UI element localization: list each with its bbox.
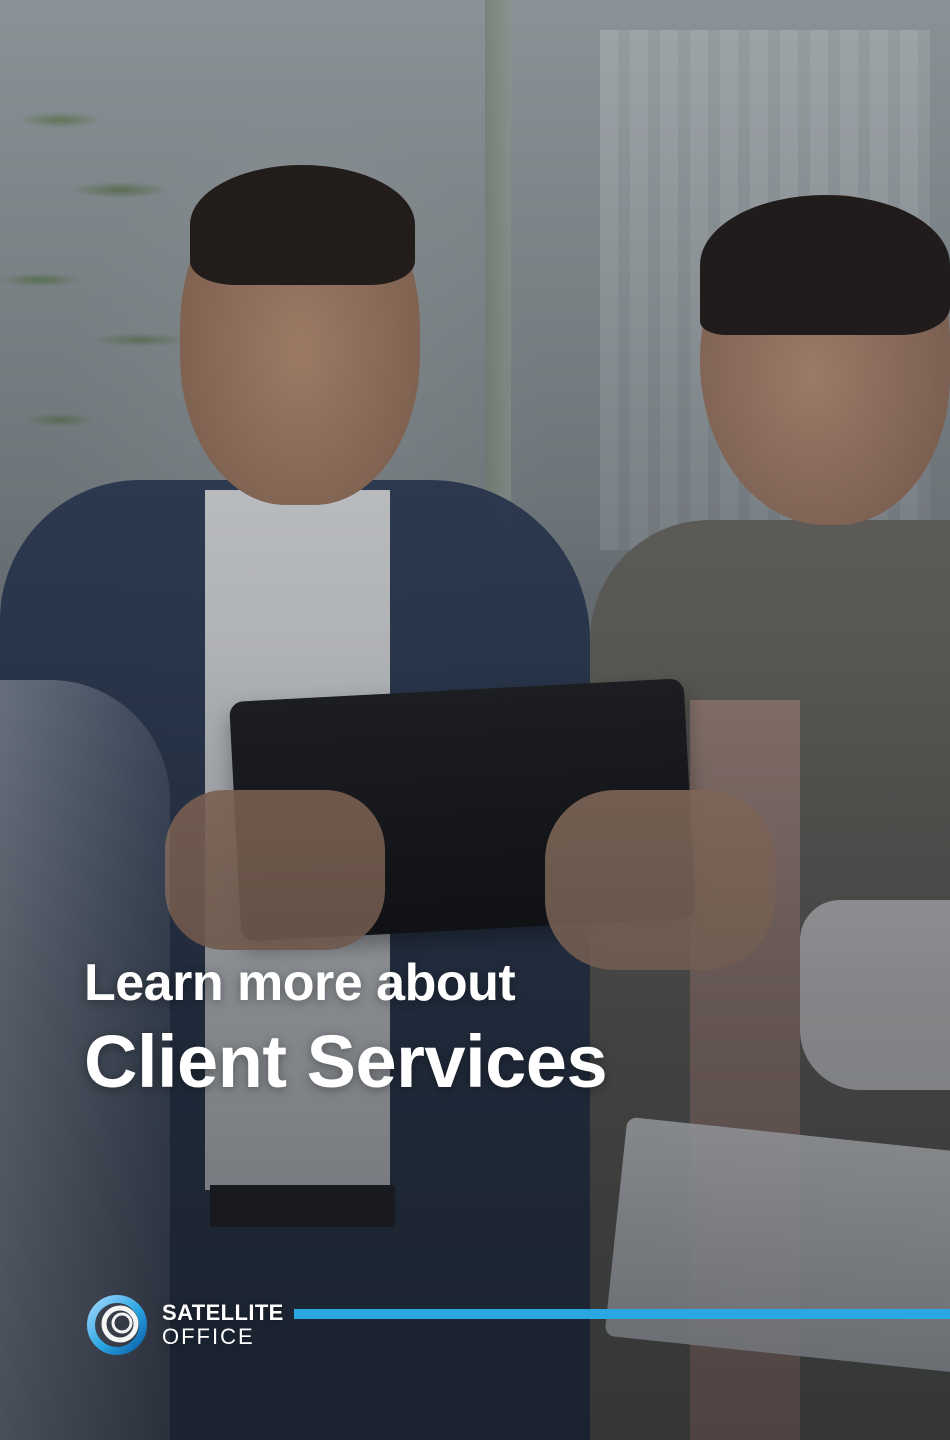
person-left-belt: [210, 1185, 395, 1227]
clipboard: [604, 1116, 950, 1374]
person-left-hair: [190, 165, 415, 285]
headline-line-2: Client Services: [84, 1020, 608, 1103]
accent-line: [294, 1309, 950, 1319]
satellite-office-logo-icon: [86, 1294, 148, 1356]
hands-left: [165, 790, 385, 950]
brand-name-top: SATELLITE: [162, 1300, 284, 1325]
brand-name: SATELLITE OFFICE: [162, 1302, 284, 1348]
headline: Learn more about Client Services: [84, 952, 844, 1108]
promo-card: Learn more about Client Services SATELLI…: [0, 0, 950, 1440]
person-right-hair: [700, 195, 950, 335]
brand-lockup: SATELLITE OFFICE: [86, 1290, 284, 1360]
hands-right: [545, 790, 775, 970]
headline-line-1: Learn more about: [84, 954, 516, 1012]
background-pillar: [485, 0, 511, 560]
brand-name-bottom: OFFICE: [162, 1324, 255, 1349]
